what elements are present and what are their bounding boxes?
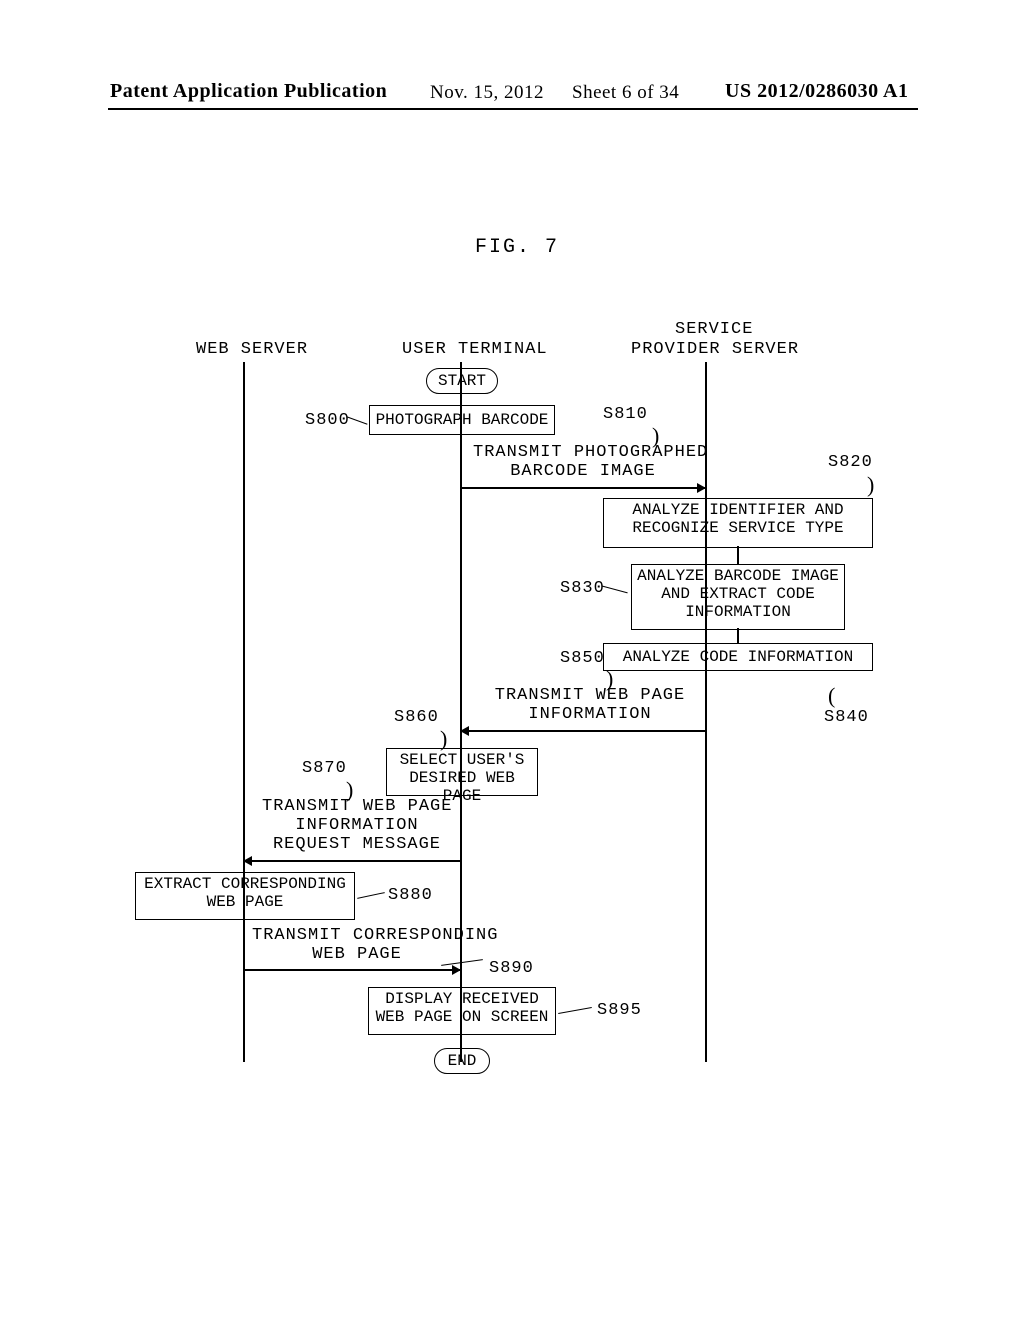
ref-s810: S810: [603, 405, 648, 424]
ref-s890: S890: [489, 959, 534, 978]
box-s840: ANALYZE CODE INFORMATION: [603, 643, 873, 671]
ref-s800: S800: [305, 411, 350, 430]
ref-s870: S870: [302, 759, 347, 778]
ref-s850: S850: [560, 649, 605, 668]
brace-s840: (: [828, 683, 835, 709]
box-s860: SELECT USER'S DESIRED WEB PAGE: [386, 748, 538, 796]
lane-sps-2: PROVIDER SERVER: [631, 340, 799, 359]
leader-s895: [558, 1007, 592, 1014]
lane-sps-1: SERVICE: [675, 320, 753, 339]
connector: [737, 546, 739, 564]
box-s880: EXTRACT CORRESPONDING WEB PAGE: [135, 872, 355, 920]
lane-web: WEB SERVER: [196, 340, 308, 359]
arrow-s810: [461, 487, 705, 489]
ref-s860: S860: [394, 708, 439, 727]
arrow-s850: [461, 730, 705, 732]
arrow-s870: [244, 860, 460, 862]
box-s820: ANALYZE IDENTIFIER AND RECOGNIZE SERVICE…: [603, 498, 873, 548]
header-sheet: Sheet 6 of 34: [572, 82, 679, 104]
header-date: Nov. 15, 2012: [430, 82, 544, 104]
lifeline-web: [243, 362, 245, 1062]
leader-s880: [357, 892, 385, 899]
box-s895: DISPLAY RECEIVED WEB PAGE ON SCREEN: [368, 987, 556, 1035]
ref-s820: S820: [828, 453, 873, 472]
connector: [460, 1033, 462, 1048]
terminal-end: END: [434, 1048, 490, 1074]
connector: [460, 394, 462, 405]
terminal-start: START: [426, 368, 498, 394]
ref-s880: S880: [388, 886, 433, 905]
msg-s810: TRANSMIT PHOTOGRAPHED BARCODE IMAGE: [473, 443, 693, 481]
lane-user: USER TERMINAL: [402, 340, 548, 359]
connector: [737, 628, 739, 643]
ref-s895: S895: [597, 1001, 642, 1020]
arrow-s890: [244, 969, 460, 971]
header-rule: [108, 108, 918, 110]
msg-s850: TRANSMIT WEB PAGE INFORMATION: [490, 686, 690, 724]
leader-s830: [602, 586, 627, 594]
brace-s820: ): [867, 472, 874, 498]
figure-label: FIG. 7: [475, 236, 559, 259]
ref-s840: S840: [824, 708, 869, 727]
box-s830: ANALYZE BARCODE IMAGE AND EXTRACT CODE I…: [631, 564, 845, 630]
msg-s890: TRANSMIT CORRESPONDING WEB PAGE: [252, 926, 462, 964]
msg-s870: TRANSMIT WEB PAGE INFORMATION REQUEST ME…: [262, 797, 452, 854]
lifeline-sps: [705, 362, 707, 1062]
ref-s830: S830: [560, 579, 605, 598]
connector: [460, 969, 462, 987]
box-s800: PHOTOGRAPH BARCODE: [369, 405, 555, 435]
header-pub: Patent Application Publication: [110, 80, 387, 103]
header-pubno: US 2012/0286030 A1: [725, 80, 908, 103]
